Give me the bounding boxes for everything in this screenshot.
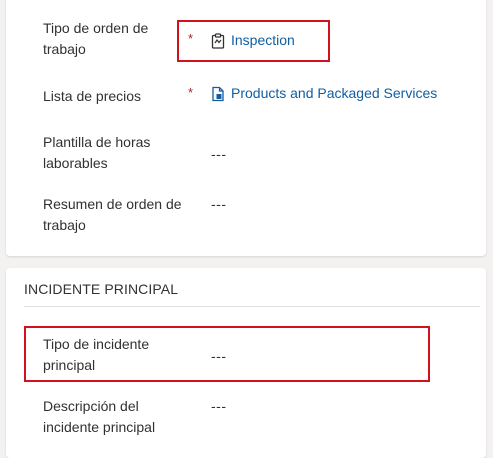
working-hours-template-field[interactable]: --- xyxy=(211,144,227,165)
price-list-value[interactable]: Products and Packaged Services xyxy=(231,83,437,104)
work-order-summary-label: Resumen de orden de trabajo xyxy=(43,196,182,233)
price-list-lookup[interactable]: Products and Packaged Services xyxy=(211,83,437,104)
price-list-label: Lista de precios xyxy=(43,88,142,104)
incident-description-label: Descripción del incidente principal xyxy=(43,398,156,435)
highlight-box-work-order-type xyxy=(177,20,330,62)
section-title: INCIDENTE PRINCIPAL xyxy=(24,281,179,297)
required-marker: * xyxy=(188,85,194,100)
work-order-summary-field[interactable]: --- xyxy=(211,194,227,215)
working-hours-template-label: Plantilla de horas laborables xyxy=(43,134,151,171)
document-list-icon xyxy=(211,86,225,102)
section-divider xyxy=(24,306,480,307)
work-order-type-label: Tipo de orden de trabajo xyxy=(43,20,149,57)
highlight-box-incident-type xyxy=(24,326,430,382)
incident-description-field[interactable]: --- xyxy=(211,396,227,417)
